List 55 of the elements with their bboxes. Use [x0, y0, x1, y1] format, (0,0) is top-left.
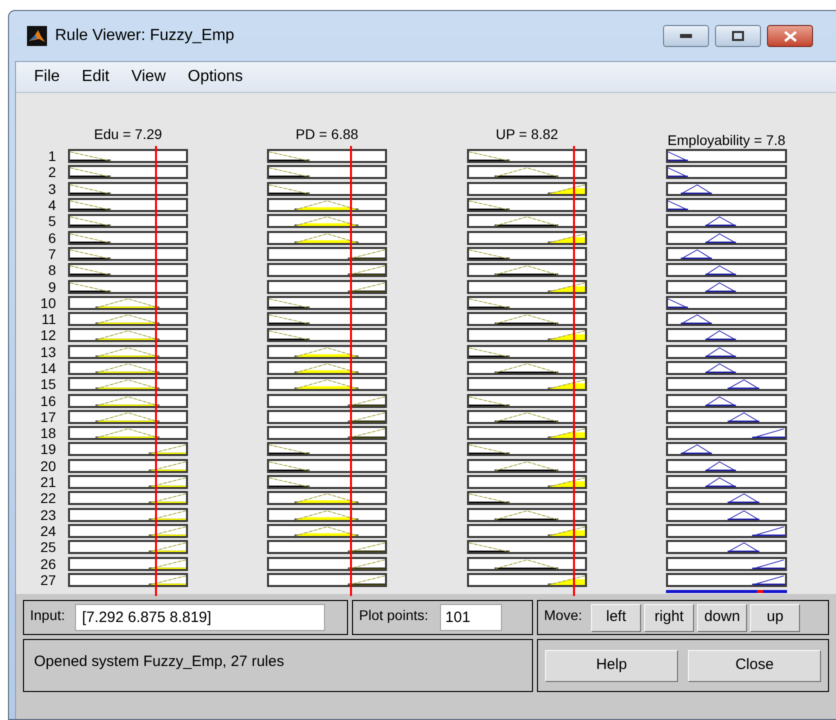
dialog-button[interactable]: Close: [688, 650, 821, 682]
minimize-icon: [680, 34, 692, 38]
rule-number: 20: [40, 458, 56, 473]
rule-number: 12: [40, 328, 56, 342]
rule-number: 2: [48, 165, 56, 180]
rule-number: 14: [40, 361, 56, 375]
status-message: Opened system Fuzzy_Emp, 27 rules: [34, 653, 284, 670]
maximize-icon: [732, 31, 744, 41]
rule-number: 11: [41, 312, 56, 326]
variable-label: Edu = 7.29: [94, 125, 162, 144]
rule-number: 6: [48, 230, 56, 245]
rule-number: 5: [48, 214, 56, 228]
close-button[interactable]: [767, 25, 813, 47]
rule-number: 25: [40, 540, 56, 554]
menu-item[interactable]: File: [34, 65, 60, 89]
rule-number: 18: [40, 426, 56, 440]
variable-label: PD = 6.88: [296, 125, 358, 144]
input-label: Input:: [30, 606, 66, 626]
window-title: Rule Viewer: Fuzzy_Emp: [55, 26, 234, 46]
rule-number: 24: [40, 524, 56, 538]
rule-number: 16: [40, 394, 56, 408]
minimize-button[interactable]: [663, 25, 709, 47]
rule-number: 7: [48, 246, 56, 261]
dialog-button[interactable]: Help: [545, 650, 678, 682]
rule-number: 23: [40, 508, 56, 522]
rule-number: 13: [40, 344, 56, 359]
input-field[interactable]: [7.292 6.875 8.819]: [75, 604, 326, 632]
close-icon: [784, 30, 796, 42]
rule-number: 3: [48, 182, 56, 196]
rule-number: 1: [48, 149, 56, 164]
rule-number: 27: [40, 572, 56, 587]
move-button[interactable]: down: [697, 604, 748, 632]
rule-number: 17: [40, 410, 56, 424]
rule-number: 19: [40, 442, 56, 456]
move-button[interactable]: right: [644, 604, 694, 632]
variable-label: Employability = 7.8: [668, 131, 786, 150]
rule-number: 21: [40, 475, 56, 490]
rule-number: 9: [48, 280, 56, 294]
rule-number: 10: [40, 296, 56, 310]
rule-number: 22: [40, 491, 56, 506]
app-logo-icon: [27, 26, 47, 46]
menu-item[interactable]: Edit: [82, 65, 110, 89]
rule-number: 8: [48, 263, 56, 278]
move-button[interactable]: up: [750, 604, 800, 632]
rule-number: 26: [40, 556, 56, 571]
plot-points-label: Plot points:: [359, 606, 428, 626]
maximize-button[interactable]: [715, 25, 761, 47]
menu-item[interactable]: Options: [188, 65, 243, 89]
rule-number: 4: [48, 198, 56, 212]
move-button[interactable]: left: [591, 604, 642, 632]
menu-item[interactable]: View: [131, 65, 166, 89]
rule-number: 15: [40, 377, 56, 392]
plot-points-field[interactable]: 101: [440, 604, 502, 632]
move-label: Move:: [544, 606, 582, 626]
variable-label: UP = 8.82: [496, 125, 558, 144]
